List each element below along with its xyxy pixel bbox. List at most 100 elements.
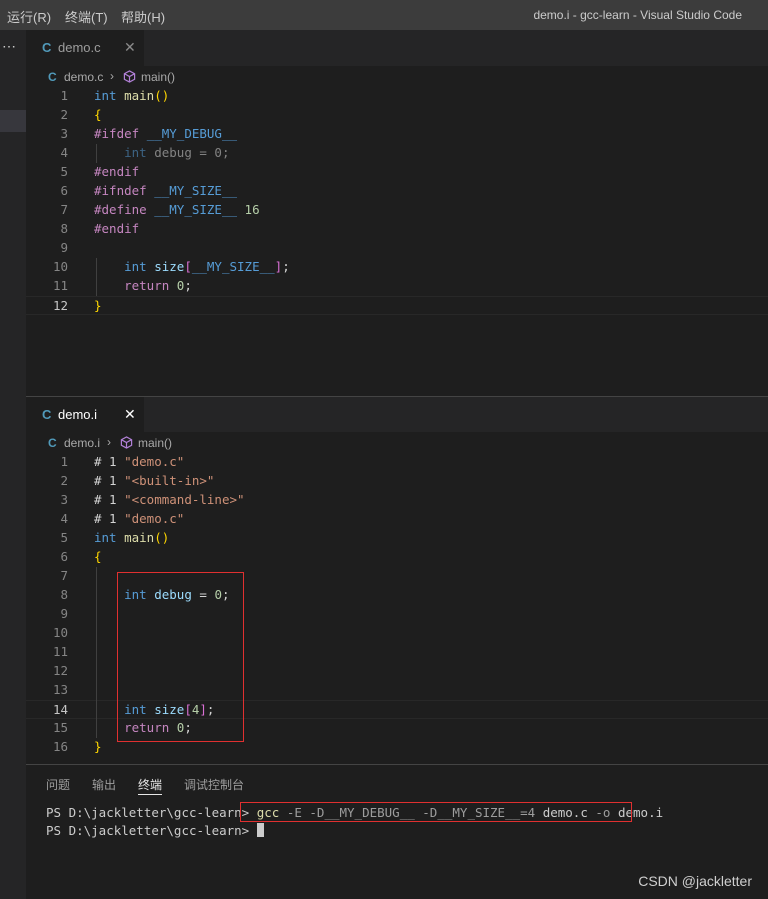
breadcrumb-symbol[interactable]: main() — [141, 70, 175, 84]
code-line[interactable]: 5 int main() — [26, 529, 768, 548]
top-tab-bar: C demo.c ✕ — [26, 30, 768, 66]
code-line[interactable]: 5 #endif — [26, 163, 768, 182]
more-icon[interactable]: ⋯ — [2, 38, 16, 55]
code-text: int main() — [94, 88, 169, 103]
menu-terminal[interactable]: 终端(T) — [65, 7, 108, 26]
terminal-line-2[interactable]: PS D:\jackletter\gcc-learn> — [46, 823, 264, 838]
line-number: 4 — [60, 511, 68, 526]
code-text: # 1 "demo.c" — [94, 511, 184, 526]
tab-demo-c[interactable]: C demo.c ✕ — [26, 30, 144, 66]
code-line[interactable]: 6{ — [26, 548, 768, 567]
line-number: 2 — [60, 473, 68, 488]
menu-help[interactable]: 帮助(H) — [121, 7, 165, 26]
tab-debug-console[interactable]: 调试控制台 — [184, 776, 244, 793]
code-text: #ifdef __MY_DEBUG__ — [94, 126, 237, 141]
code-line[interactable]: 2 # 1 "<built-in>" — [26, 472, 768, 491]
code-token: () — [154, 88, 170, 103]
code-token: main — [124, 88, 155, 103]
code-token: # 1 — [94, 511, 125, 526]
line-number: 11 — [52, 644, 68, 659]
code-text: #endif — [94, 221, 139, 236]
line-number: 7 — [60, 568, 68, 583]
breadcrumb-file[interactable]: demo.i — [64, 436, 100, 450]
code-token: ; — [184, 278, 192, 293]
code-token: #endif — [94, 221, 140, 236]
code-token: "<built-in>" — [124, 473, 215, 488]
line-number: 3 — [60, 126, 68, 141]
tab-problems[interactable]: 问题 — [46, 776, 70, 793]
code-line[interactable]: 4 int debug = 0; — [26, 144, 768, 163]
line-number: 5 — [60, 164, 68, 179]
code-text: int main() — [94, 530, 169, 545]
top-code-editor[interactable]: 1 int main() 2{3 #ifdef __MY_DEBUG__ 4 int d… — [26, 87, 768, 396]
close-icon[interactable]: ✕ — [124, 406, 136, 423]
line-number: 9 — [60, 606, 68, 621]
breadcrumb-file[interactable]: demo.c — [64, 70, 103, 84]
code-text: #ifndef __MY_SIZE__ — [94, 183, 237, 198]
tab-output[interactable]: 输出 — [92, 776, 116, 793]
code-line[interactable]: 7 #define __MY_SIZE__ 16 — [26, 201, 768, 220]
code-text: # 1 "demo.c" — [94, 454, 184, 469]
terminal-prompt: PS D:\jackletter\gcc-learn> — [46, 805, 257, 820]
breadcrumb: C demo.i › main() — [26, 432, 768, 454]
code-line[interactable]: 2{ — [26, 106, 768, 125]
code-line[interactable]: 1 int main() — [26, 87, 768, 106]
code-line[interactable]: 3 # 1 "<command-line>" — [26, 491, 768, 510]
breadcrumb-symbol[interactable]: main() — [138, 436, 172, 450]
code-token: ; — [282, 259, 290, 274]
code-line[interactable]: 3 #ifdef __MY_DEBUG__ — [26, 125, 768, 144]
code-token: int — [124, 145, 147, 160]
line-number: 16 — [52, 739, 68, 754]
code-text: return 0; — [94, 278, 192, 293]
c-file-icon: C — [42, 407, 52, 422]
line-number: 7 — [60, 202, 68, 217]
tab-demo-i[interactable]: C demo.i ✕ — [26, 397, 144, 433]
line-number: 10 — [52, 625, 68, 640]
code-token: int — [124, 259, 147, 274]
breadcrumb: C demo.c › main() — [26, 66, 768, 88]
activity-selected-item[interactable] — [0, 110, 26, 132]
code-line[interactable]: 10 int size[__MY_SIZE__]; — [26, 258, 768, 277]
symbol-method-icon — [123, 70, 136, 86]
code-line[interactable]: 9 — [26, 239, 768, 258]
indent-guide — [96, 567, 97, 738]
code-token: () — [154, 530, 170, 545]
close-icon[interactable]: ✕ — [124, 39, 136, 56]
code-token: # 1 — [94, 454, 125, 469]
code-line[interactable]: 11 return 0; — [26, 277, 768, 296]
code-text: #endif — [94, 164, 139, 179]
watermark: CSDN @jackletter — [638, 873, 752, 889]
code-token: # 1 — [94, 492, 125, 507]
code-text: } — [94, 298, 102, 313]
indent-guide — [96, 258, 97, 296]
code-text: # 1 "<command-line>" — [94, 492, 245, 507]
menu-run[interactable]: 运行(R) — [7, 7, 51, 26]
line-number: 4 — [60, 145, 68, 160]
line-number: 1 — [60, 454, 68, 469]
code-line[interactable]: 8 #endif — [26, 220, 768, 239]
indent-guide — [96, 144, 97, 163]
code-line[interactable]: 1 # 1 "demo.c" — [26, 453, 768, 472]
c-file-icon: C — [48, 436, 57, 450]
code-text: int size[__MY_SIZE__]; — [94, 259, 290, 274]
line-number: 2 — [60, 107, 68, 122]
code-text: } — [94, 739, 102, 754]
c-file-icon: C — [48, 70, 57, 84]
symbol-method-icon — [120, 436, 133, 452]
line-number: 11 — [52, 278, 68, 293]
bottom-tab-bar: C demo.i ✕ — [26, 397, 768, 433]
code-line[interactable]: 4 # 1 "demo.c" — [26, 510, 768, 529]
code-token: } — [94, 739, 102, 754]
line-number: 8 — [60, 221, 68, 236]
code-line[interactable]: 12} — [26, 296, 768, 315]
code-text: int debug = 0; — [94, 145, 229, 160]
tab-terminal[interactable]: 终端 — [138, 776, 162, 793]
code-token: 16 — [244, 202, 260, 217]
code-line[interactable]: 6 #ifndef __MY_SIZE__ — [26, 182, 768, 201]
c-file-icon: C — [42, 40, 52, 55]
